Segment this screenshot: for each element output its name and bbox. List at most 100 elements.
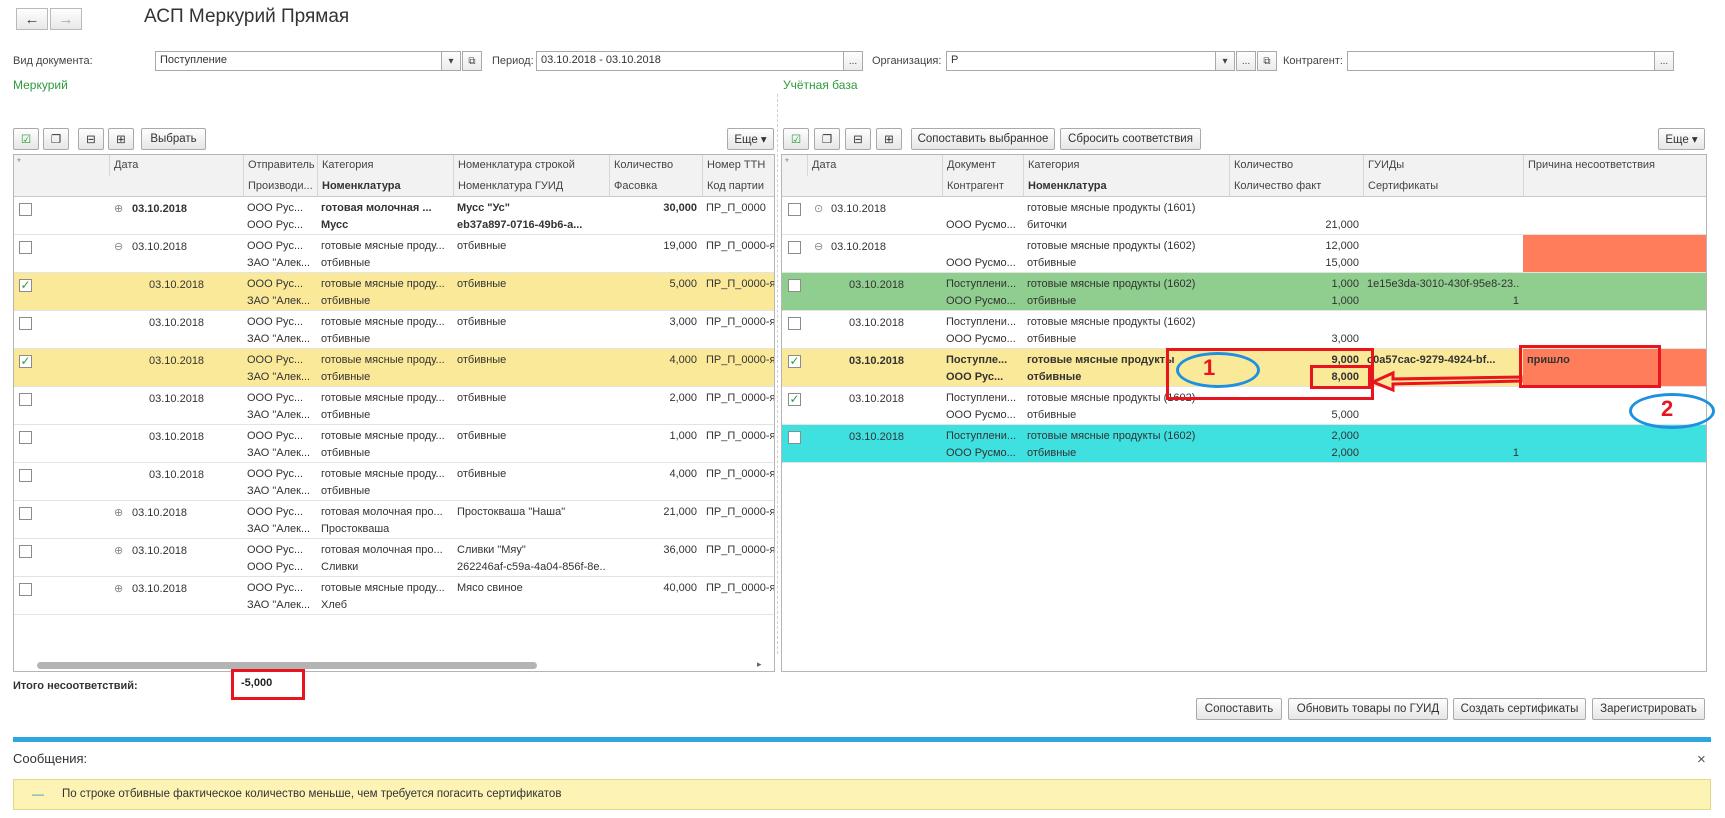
tree-toggle-icon[interactable]: ⊕	[114, 202, 123, 216]
doc-type-open-icon[interactable]: ⧉	[462, 51, 482, 71]
mercury-row[interactable]: ⊕ 03.10.2018 ООО Рус... готовая молочная пр…	[14, 539, 774, 577]
mercury-row[interactable]: 03.10.2018 ООО Рус... готовые мясные проду…	[14, 463, 774, 501]
col-category[interactable]: Категория	[317, 155, 453, 176]
col-guids[interactable]: ГУИДы	[1363, 155, 1524, 176]
match-selected-button[interactable]: Сопоставить выбранное	[911, 128, 1055, 150]
accounting-row[interactable]: ⊖ 03.10.2018 готовые мясные продукты (1602…	[782, 235, 1706, 273]
horizontal-scrollbar[interactable]: ▸	[22, 659, 762, 670]
org-open-icon[interactable]: ⧉	[1257, 51, 1277, 71]
contractor-field[interactable]	[1347, 51, 1655, 71]
match-button[interactable]: Сопоставить	[1196, 698, 1282, 720]
org-field[interactable]: Р	[946, 51, 1216, 71]
row-checkbox[interactable]	[788, 317, 801, 330]
period-field[interactable]: 03.10.2018 - 03.10.2018	[536, 51, 844, 71]
col-producer[interactable]: Производи...	[243, 176, 317, 197]
splitter[interactable]	[777, 94, 778, 654]
col-nom-string[interactable]: Номенклатура строкой	[453, 155, 610, 176]
col-quantity-fact[interactable]: Количество факт	[1229, 176, 1364, 197]
tree-toggle-icon[interactable]: ⊕	[114, 506, 123, 520]
right-copy-button[interactable]: ❐	[814, 128, 840, 150]
mercury-row[interactable]: 03.10.2018 ООО Рус... готовые мясные проду…	[14, 387, 774, 425]
col-nom-guid[interactable]: Номенклатура ГУИД	[453, 176, 610, 197]
collapse-button[interactable]: ⊟	[78, 128, 104, 150]
row-checkbox[interactable]	[19, 469, 32, 482]
back-button[interactable]: ←	[16, 8, 48, 30]
doc-type-dropdown-icon[interactable]: ▾	[441, 51, 461, 71]
mercury-row[interactable]: ⊖ 03.10.2018 ООО Рус... готовые мясные прод…	[14, 235, 774, 273]
right-collapse-button[interactable]: ⊟	[845, 128, 871, 150]
row-checkbox[interactable]: ✓	[19, 279, 32, 292]
row-checkbox[interactable]	[19, 431, 32, 444]
mercury-row[interactable]: ⊕ 03.10.2018 ООО Рус... готовая молочная пр…	[14, 501, 774, 539]
accounting-row[interactable]: 03.10.2018 Поступлени... готовые мясные пр…	[782, 273, 1706, 311]
row-checkbox[interactable]	[19, 507, 32, 520]
col-nomenclature[interactable]: Номенклатура	[317, 176, 453, 197]
org-select-button[interactable]: ...	[1236, 51, 1256, 71]
right-check-all-button[interactable]: ☑	[783, 128, 809, 150]
row-checkbox[interactable]	[788, 241, 801, 254]
row-checkbox[interactable]	[788, 431, 801, 444]
update-by-guid-button[interactable]: Обновить товары по ГУИД	[1288, 698, 1448, 720]
tree-toggle-icon[interactable]: ⊙	[814, 202, 823, 216]
row-checkbox[interactable]: ✓	[788, 393, 801, 406]
col-mismatch-reason[interactable]: Причина несоответствия	[1523, 155, 1706, 176]
row-checkbox[interactable]	[19, 583, 32, 596]
left-more-button[interactable]: Еще ▾	[727, 128, 774, 150]
row-checkbox[interactable]	[19, 393, 32, 406]
message-item[interactable]: — По строке отбивные фактическое количес…	[13, 779, 1711, 810]
doc-type-field[interactable]: Поступление	[155, 51, 443, 71]
accounting-row[interactable]: ⊙ 03.10.2018 готовые мясные продукты (1601…	[782, 197, 1706, 235]
forward-button[interactable]: →	[50, 8, 82, 30]
col-certificates[interactable]: Сертификаты	[1363, 176, 1524, 197]
expand-button[interactable]: ⊞	[108, 128, 134, 150]
reset-matches-button[interactable]: Сбросить соответствия	[1060, 128, 1201, 150]
tree-toggle-icon[interactable]: ⊕	[114, 544, 123, 558]
tree-toggle-icon[interactable]: ⊖	[114, 240, 123, 254]
row-checkbox[interactable]	[19, 545, 32, 558]
right-more-button[interactable]: Еще ▾	[1658, 128, 1705, 150]
select-button[interactable]: Выбрать	[141, 128, 206, 150]
mercury-row[interactable]: 03.10.2018 ООО Рус... готовые мясные проду…	[14, 311, 774, 349]
row-checkbox[interactable]	[19, 203, 32, 216]
mercury-row[interactable]: ⊕ 03.10.2018 ООО Рус... готовые мясные прод…	[14, 577, 774, 615]
col-batch-code[interactable]: Код партии	[702, 176, 774, 197]
mismatch-reason-cell[interactable]	[1523, 235, 1706, 272]
col-contractor[interactable]: Контрагент	[942, 176, 1024, 197]
row-checkbox[interactable]	[19, 317, 32, 330]
row-checkbox[interactable]: ✓	[788, 355, 801, 368]
col-ttn[interactable]: Номер ТТН	[702, 155, 774, 176]
col-quantity[interactable]: Количество	[609, 155, 705, 176]
check-all-button[interactable]: ☑	[13, 128, 39, 150]
mercury-row[interactable]: ✓ 03.10.2018 ООО Рус... готовые мясные прод…	[14, 273, 774, 311]
col-packing[interactable]: Фасовка	[609, 176, 702, 197]
row-checkbox[interactable]: ✓	[19, 355, 32, 368]
row-checkbox[interactable]	[788, 203, 801, 216]
register-button[interactable]: Зарегистрировать	[1592, 698, 1705, 720]
col-date[interactable]: Дата	[807, 155, 947, 176]
create-certificates-button[interactable]: Создать сертификаты	[1453, 698, 1586, 720]
copy-button[interactable]: ❐	[43, 128, 69, 150]
col-nomenclature[interactable]: Номенклатура	[1023, 176, 1230, 197]
tree-toggle-icon[interactable]: ⊖	[814, 240, 823, 254]
accounting-row[interactable]: 03.10.2018 Поступлени... готовые мясные пр…	[782, 425, 1706, 463]
row-checkbox[interactable]	[788, 279, 801, 292]
org-dropdown-icon[interactable]: ▾	[1215, 51, 1235, 71]
mercury-table[interactable]: * Дата Отправитель Категория Номенклатур…	[13, 154, 775, 672]
col-quantity[interactable]: Количество	[1229, 155, 1364, 176]
close-messages-icon[interactable]: ×	[1697, 751, 1706, 768]
col-category[interactable]: Категория	[1023, 155, 1230, 176]
period-select-button[interactable]: ...	[843, 51, 863, 71]
accounting-row[interactable]: 03.10.2018 Поступлени... готовые мясные пр…	[782, 311, 1706, 349]
mercury-row[interactable]: ⊕ 03.10.2018 ООО Рус... готовая молочная ..…	[14, 197, 774, 235]
scroll-right-icon[interactable]: ▸	[757, 659, 762, 670]
scrollbar-thumb[interactable]	[37, 662, 537, 669]
col-date[interactable]: Дата	[109, 155, 257, 176]
mercury-row[interactable]: ✓ 03.10.2018 ООО Рус... готовые мясные прод…	[14, 349, 774, 387]
accounting-table[interactable]: * Дата Документ Категория Количество ГУИ…	[781, 154, 1707, 672]
contractor-select-button[interactable]: ...	[1654, 51, 1674, 71]
col-document[interactable]: Документ	[942, 155, 1024, 176]
col-sender[interactable]: Отправитель	[243, 155, 328, 176]
mercury-row[interactable]: 03.10.2018 ООО Рус... готовые мясные проду…	[14, 425, 774, 463]
tree-toggle-icon[interactable]: ⊕	[114, 582, 123, 596]
row-checkbox[interactable]	[19, 241, 32, 254]
